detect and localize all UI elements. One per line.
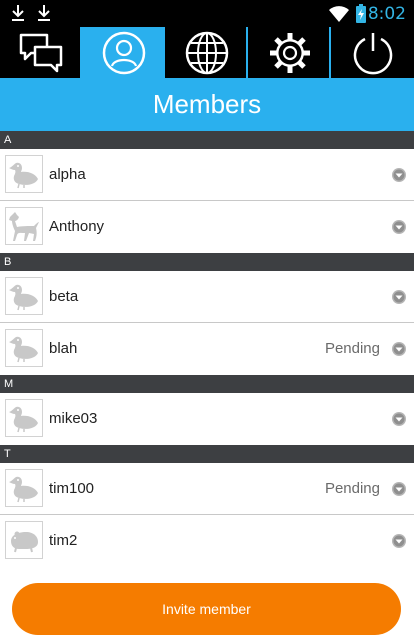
tab-network[interactable] — [165, 27, 248, 78]
member-row[interactable]: tim100 Pending — [0, 463, 414, 515]
duck-icon — [5, 399, 43, 437]
member-name: beta — [49, 288, 79, 305]
member-row[interactable]: Anthony — [0, 201, 414, 253]
tab-chats[interactable] — [0, 27, 82, 78]
tab-logout[interactable] — [331, 27, 414, 78]
user-icon — [102, 31, 145, 74]
tab-members[interactable] — [82, 27, 165, 78]
member-name: tim2 — [49, 532, 78, 549]
battery-icon — [356, 4, 366, 23]
invite-member-button[interactable]: Invite member — [12, 583, 401, 635]
member-status: Pending — [324, 480, 380, 497]
download-icon — [12, 5, 24, 21]
member-name: alpha — [49, 166, 86, 183]
tab-bar — [0, 27, 414, 78]
member-status: Pending — [324, 340, 380, 357]
chat-icon — [19, 33, 63, 72]
chevron-down-icon[interactable] — [391, 411, 407, 427]
status-bar: 8:02 — [0, 0, 414, 27]
clock: 8:02 — [367, 4, 406, 24]
wifi-icon — [329, 6, 349, 22]
member-row[interactable]: mike03 — [0, 393, 414, 445]
section-header: A — [0, 131, 414, 149]
chevron-down-icon[interactable] — [391, 289, 407, 305]
member-name: Anthony — [49, 218, 105, 235]
duck-icon — [5, 277, 43, 315]
member-row[interactable]: blah Pending — [0, 323, 414, 375]
download-icon — [38, 5, 50, 21]
hamster-icon — [5, 521, 43, 559]
section-header: T — [0, 445, 414, 463]
member-name: blah — [49, 340, 78, 357]
member-name: tim100 — [49, 480, 95, 497]
section-header: B — [0, 253, 414, 271]
power-icon — [353, 32, 392, 74]
duck-icon — [5, 155, 43, 193]
dog-icon — [5, 207, 43, 245]
member-row[interactable]: beta — [0, 271, 414, 323]
gear-icon — [269, 32, 310, 73]
duck-icon — [5, 469, 43, 507]
section-header: M — [0, 375, 414, 393]
globe-icon — [185, 31, 228, 74]
page-title: Members — [0, 78, 414, 131]
chevron-down-icon[interactable] — [391, 167, 407, 183]
member-list: A alpha Anthony B beta blah Pending M mike0… — [0, 131, 414, 567]
member-row[interactable]: tim2 — [0, 515, 414, 567]
chevron-down-icon[interactable] — [391, 481, 407, 497]
member-row[interactable]: alpha — [0, 149, 414, 201]
chevron-down-icon[interactable] — [391, 533, 407, 549]
duck-icon — [5, 329, 43, 367]
tab-settings[interactable] — [248, 27, 331, 78]
member-name: mike03 — [49, 410, 98, 427]
chevron-down-icon[interactable] — [391, 219, 407, 235]
chevron-down-icon[interactable] — [391, 341, 407, 357]
